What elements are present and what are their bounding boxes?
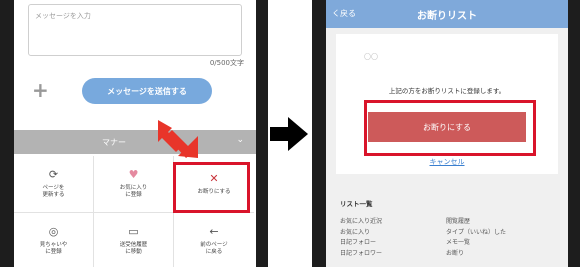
list-item[interactable]: 日記フォロー [340,238,382,249]
send-message-button[interactable]: メッセージを送信する [82,78,212,104]
list-column-right: 閲覧履歴 タイプ（いいね）した メモ一覧 お断り [446,217,506,259]
confirm-notice: 上記の方をお断りリストに登録します。 [388,87,506,95]
next-step-arrow-icon [270,117,308,151]
action-label: お気に入り に登録 [119,185,148,198]
char-counter: 0/500文字 [209,59,244,67]
list-item[interactable]: 日記フォロワー [340,249,382,260]
list-item[interactable]: お気に入り近況 [340,217,382,228]
eye-slash-icon: ◎ [48,225,59,238]
list-item[interactable]: お断り [446,249,506,260]
message-screen: メッセージを入力 0/500文字 + メッセージを送信する マナー ⌄ ⟳ ペー… [14,0,256,267]
highlight-box [173,162,250,213]
inbox-icon: ▭ [128,225,139,238]
cancel-link[interactable]: キャンセル [336,157,558,167]
plus-icon[interactable]: + [32,80,49,100]
list-item[interactable]: 閲覧履歴 [446,217,506,228]
list-item[interactable]: メモ一覧 [446,238,506,249]
phone-left-frame: メッセージを入力 0/500文字 + メッセージを送信する マナー ⌄ ⟳ ペー… [0,0,268,267]
list-column-left: お気に入り近況 お気に入り 日記フォロー 日記フォロワー [340,217,382,259]
block-view-button[interactable]: ◎ 見ちゃいや に登録 [14,213,94,267]
action-label: 送受信履歴 に移動 [119,242,148,255]
phone-right-frame: お断りリスト く戻る 〇〇 上記の方をお断りリストに登録します。 お断りにする … [312,0,580,267]
back-link[interactable]: く戻る [332,8,356,19]
back-page-button[interactable]: ← 前のページ に戻る [174,213,254,267]
add-favorite-button[interactable]: ♥ お気に入り に登録 [94,156,174,213]
arrow-left-icon: ← [209,225,219,238]
page-title: お断りリスト [417,11,477,22]
message-placeholder: メッセージを入力 [35,12,91,20]
heart-icon: ♥ [128,168,139,181]
highlight-box [364,100,536,156]
refuse-list-screen: お断りリスト く戻る 〇〇 上記の方をお断りリストに登録します。 お断りにする … [326,0,568,267]
app-header: お断りリスト く戻る [326,0,568,28]
pointer-arrow-icon [158,120,198,158]
action-label: ページを 更新する [42,185,65,198]
manner-bar[interactable]: マナー ⌄ [14,130,256,154]
history-button[interactable]: ▭ 送受信履歴 に移動 [94,213,174,267]
chevron-down-icon[interactable]: ⌄ [236,135,244,145]
list-item[interactable]: お気に入り [340,228,382,239]
action-label: 前のページ に戻る [200,242,228,255]
list-heading: リスト一覧 [340,200,373,208]
list-item[interactable]: タイプ（いいね）した [446,228,506,239]
refresh-icon: ⟳ [48,168,59,181]
message-input[interactable]: メッセージを入力 [28,4,242,56]
manner-label: マナー [102,138,126,147]
refresh-page-button[interactable]: ⟳ ページを 更新する [14,156,94,213]
action-label: 見ちゃいや に登録 [39,242,68,255]
instruction-stage: メッセージを入力 0/500文字 + メッセージを送信する マナー ⌄ ⟳ ペー… [0,0,580,267]
user-name: 〇〇 [364,53,378,61]
